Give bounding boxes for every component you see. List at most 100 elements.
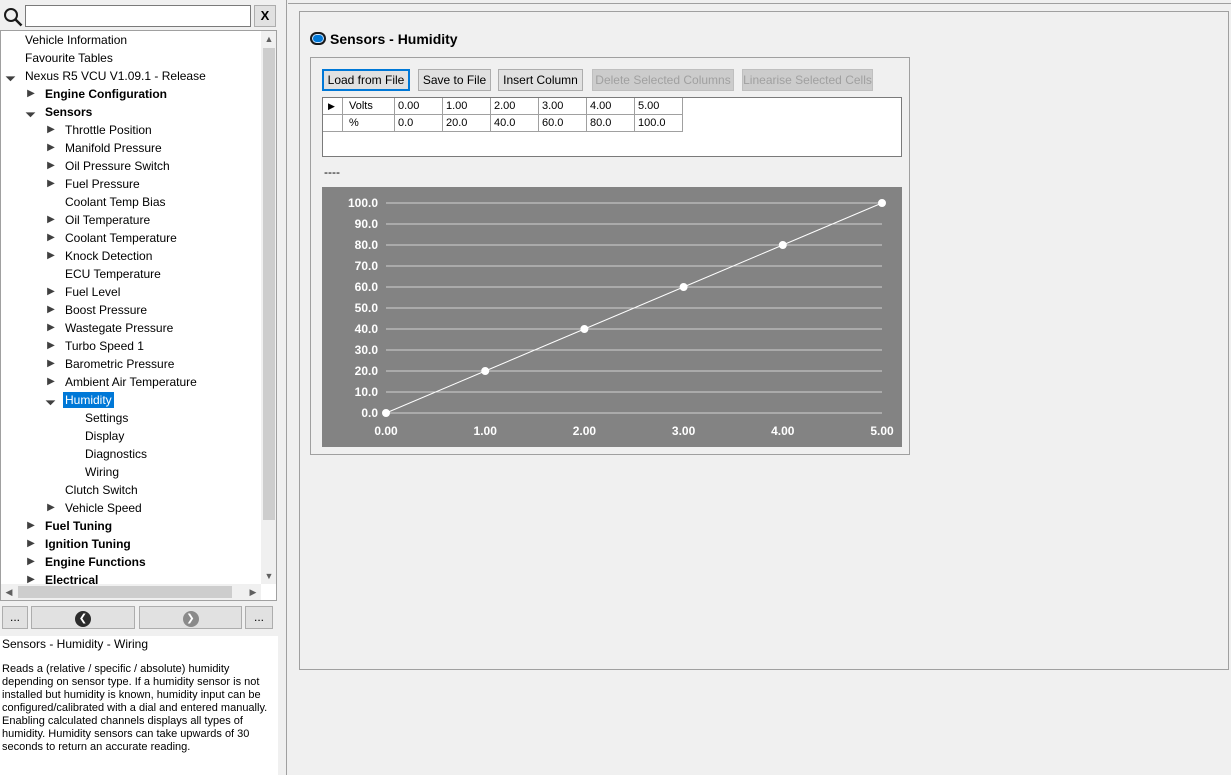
collapse-arrow-icon[interactable]: ▶ [45,121,57,139]
tree-item[interactable]: ▶ Boost Pressure [1,301,261,319]
collapse-arrow-icon[interactable]: ▶ [45,247,57,265]
collapse-arrow-icon[interactable]: ▶ [45,499,57,517]
tree-item[interactable]: ◢ Nexus R5 VCU V1.09.1 - Release [1,67,261,85]
collapse-arrow-icon[interactable]: ▶ [25,571,37,584]
more-right-button[interactable]: ... [245,606,273,629]
back-button[interactable]: ❮ [31,606,135,629]
load-from-file-button[interactable]: Load from File [322,69,410,91]
y-tick-label: 10.0 [355,385,379,399]
grid-cell[interactable]: 80.0 [587,115,635,132]
grid-cell[interactable]: 0.0 [395,115,443,132]
more-left-button[interactable]: ... [2,606,28,629]
grid-cell[interactable]: 40.0 [491,115,539,132]
linearise-selected-cells-button[interactable]: Linearise Selected Cells [742,69,873,91]
grid-cell[interactable]: 4.00 [587,98,635,115]
tree-item[interactable]: Wiring [1,463,261,481]
save-to-file-button[interactable]: Save to File [418,69,491,91]
grid-cell[interactable]: 1.00 [443,98,491,115]
tree-item-label: Settings [85,411,129,425]
tree-item[interactable]: Diagnostics [1,445,261,463]
scroll-up-icon[interactable]: ▲ [261,31,276,47]
collapse-arrow-icon[interactable]: ▶ [25,535,37,553]
collapse-arrow-icon[interactable]: ▶ [45,229,57,247]
tree-item[interactable]: Settings [1,409,261,427]
grid-cell[interactable]: 20.0 [443,115,491,132]
vertical-scroll-thumb[interactable] [263,48,275,520]
collapse-arrow-icon[interactable]: ▶ [45,319,57,337]
tree-item[interactable]: ▶ Throttle Position [1,121,261,139]
y-tick-label: 60.0 [355,280,379,294]
tree-item[interactable]: Favourite Tables [1,49,261,67]
expand-arrow-icon[interactable]: ◢ [40,389,61,410]
expand-arrow-icon[interactable]: ◢ [1,65,22,86]
row-pointer-icon: ▶ [323,98,343,115]
grid-cell[interactable]: 2.00 [491,98,539,115]
collapse-arrow-icon[interactable]: ▶ [45,301,57,319]
collapse-arrow-icon[interactable]: ▶ [45,337,57,355]
tree-item[interactable]: ▶ Wastegate Pressure [1,319,261,337]
content-panel: Sensors - Humidity Load from File Save t… [299,11,1229,670]
grid-cell[interactable]: 3.00 [539,98,587,115]
collapse-arrow-icon[interactable]: ▶ [45,355,57,373]
horizontal-scroll-thumb[interactable] [18,586,232,598]
help-title: Sensors - Humidity - Wiring [2,637,149,651]
collapse-arrow-icon[interactable]: ▶ [45,283,57,301]
search-input[interactable] [25,5,251,27]
tree-item-label: Display [85,429,125,443]
tree-item[interactable]: ◢ Sensors [1,103,261,121]
tree-item[interactable]: ▶ Oil Pressure Switch [1,157,261,175]
scroll-down-icon[interactable]: ▼ [261,568,276,584]
tree-item[interactable]: ▶ Coolant Temperature [1,229,261,247]
row-header-percent: % [343,115,395,132]
tree-item[interactable]: ▶ Fuel Tuning [1,517,261,535]
search-icon[interactable] [3,7,23,27]
grid-cell[interactable]: 5.00 [635,98,683,115]
tree-item[interactable]: Display [1,427,261,445]
tree-item[interactable]: ▶ Fuel Pressure [1,175,261,193]
tree-item[interactable]: ▶ Ignition Tuning [1,535,261,553]
tree-item[interactable]: ▶ Engine Functions [1,553,261,571]
tree-item[interactable]: ▶ Vehicle Speed [1,499,261,517]
tree-item[interactable]: ▶ Ambient Air Temperature [1,373,261,391]
data-point [878,199,886,207]
collapse-arrow-icon[interactable]: ▶ [25,517,37,535]
tree-item[interactable]: ◢ Humidity [1,391,261,409]
collapse-arrow-icon[interactable]: ▶ [45,373,57,391]
tree-item[interactable]: ECU Temperature [1,265,261,283]
tree-item[interactable]: ▶ Knock Detection [1,247,261,265]
y-tick-label: 20.0 [355,364,379,378]
pane-splitter[interactable] [278,0,287,775]
tree-item[interactable]: ▶ Barometric Pressure [1,355,261,373]
collapse-arrow-icon[interactable]: ▶ [25,85,37,103]
tree-item-label: Oil Pressure Switch [65,159,170,173]
calibration-chart: 0.0 10.0 20.0 30.0 40.0 50.0 60.0 70.0 80.0 90.0 1… [322,187,902,447]
grid-cell[interactable]: 100.0 [635,115,683,132]
insert-column-button[interactable]: Insert Column [498,69,583,91]
search-clear-button[interactable]: X [254,5,276,27]
expand-arrow-icon[interactable]: ◢ [20,101,41,122]
tree-item[interactable]: ▶ Oil Temperature [1,211,261,229]
tree-item[interactable]: ▶ Electrical [1,571,261,584]
scroll-right-icon[interactable]: ▶ [245,584,261,600]
collapse-arrow-icon[interactable]: ▶ [45,211,57,229]
collapse-arrow-icon[interactable]: ▶ [45,139,57,157]
tree-item[interactable]: ▶ Engine Configuration [1,85,261,103]
collapse-arrow-icon[interactable]: ▶ [45,157,57,175]
x-tick-label: 4.00 [771,424,795,438]
forward-button[interactable]: ❯ [139,606,242,629]
scroll-left-icon[interactable]: ◀ [1,584,17,600]
grid-cell[interactable]: 0.00 [395,98,443,115]
collapse-arrow-icon[interactable]: ▶ [45,175,57,193]
vertical-scrollbar[interactable]: ▲ ▼ [261,31,276,584]
tree-item[interactable]: ▶ Manifold Pressure [1,139,261,157]
grid-cell[interactable]: 60.0 [539,115,587,132]
tree-item[interactable]: ▶ Fuel Level [1,283,261,301]
tree-item[interactable]: Clutch Switch [1,481,261,499]
horizontal-scrollbar[interactable]: ◀ ▶ [1,584,261,600]
tree-item[interactable]: Coolant Temp Bias [1,193,261,211]
delete-selected-columns-button[interactable]: Delete Selected Columns [592,69,734,91]
tree-item[interactable]: ▶ Turbo Speed 1 [1,337,261,355]
collapse-arrow-icon[interactable]: ▶ [25,553,37,571]
tree-item-label: Favourite Tables [25,51,113,65]
tree-item[interactable]: Vehicle Information [1,31,261,49]
